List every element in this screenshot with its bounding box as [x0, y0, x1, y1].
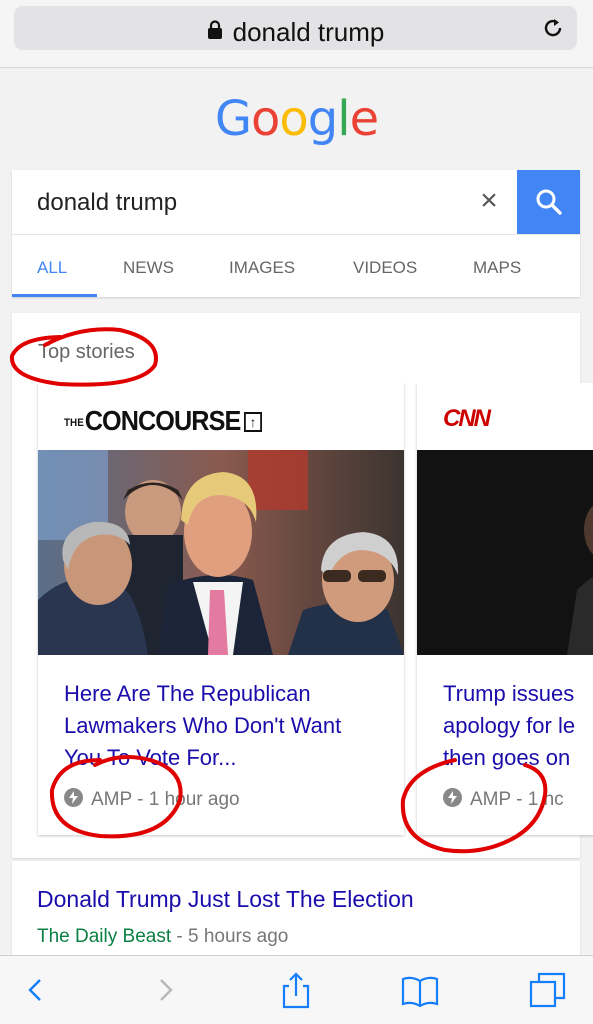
result-source: The Daily Beast [37, 926, 172, 947]
result-time: 5 hours ago [188, 926, 289, 947]
story-headline[interactable]: Here Are The Republican Lawmakers Who Do… [64, 678, 384, 774]
search-result[interactable]: Donald Trump Just Lost The Election The … [12, 861, 580, 961]
lock-icon [207, 16, 223, 39]
tab-videos[interactable]: VIDEOS [353, 258, 417, 278]
story-time: 1 hc [527, 789, 564, 810]
logo-letter: l [337, 91, 350, 147]
address-bar[interactable]: donald trump [14, 6, 577, 50]
logo-letter: G [214, 91, 252, 147]
story-meta: AMP - 1 hc [443, 788, 564, 811]
amp-bolt-icon [64, 788, 83, 807]
result-meta: The Daily Beast - 5 hours ago [37, 926, 289, 947]
up-arrow-icon: ↑ [244, 412, 263, 432]
reload-icon[interactable] [541, 16, 565, 40]
search-tabs: ALL NEWS IMAGES VIDEOS MAPS [12, 234, 580, 297]
address-text: donald trump [232, 17, 385, 47]
story-meta: AMP - 1 hour ago [64, 788, 240, 811]
tabs-icon[interactable] [528, 970, 568, 1010]
story-time: 1 hour ago [148, 789, 240, 810]
google-logo[interactable]: Google [0, 91, 593, 147]
result-title[interactable]: Donald Trump Just Lost The Election [37, 886, 414, 913]
top-stories-section: Top stories THECONCOURSE ↑ Here Are The … [12, 313, 593, 858]
search-input[interactable]: donald trump [37, 189, 177, 217]
tab-news[interactable]: NEWS [123, 258, 174, 278]
amp-label: AMP [91, 789, 132, 810]
address-text-wrap: donald trump [14, 16, 577, 48]
publisher-logo: THECONCOURSE ↑ [64, 405, 284, 441]
tab-images[interactable]: IMAGES [229, 258, 295, 278]
amp-label: AMP [470, 789, 511, 810]
story-headline[interactable]: Trump issues apology for le then goes on [443, 678, 593, 774]
active-tab-indicator [12, 294, 97, 297]
top-stories-heading: Top stories [38, 341, 135, 363]
story-card[interactable]: CNN Trump issues apology for le then goe… [417, 383, 593, 835]
browser-toolbar [0, 955, 593, 1024]
logo-letter: g [307, 91, 338, 147]
bookmarks-icon[interactable] [400, 970, 440, 1010]
logo-letter: e [349, 91, 380, 147]
logo-letter: o [251, 91, 280, 147]
tab-all[interactable]: ALL [37, 258, 67, 278]
search-button[interactable] [517, 170, 580, 234]
search-icon [536, 189, 562, 215]
share-icon[interactable] [276, 970, 316, 1010]
story-card[interactable]: THECONCOURSE ↑ Here Are The Republican L… [38, 383, 404, 835]
clear-icon[interactable]: × [474, 184, 504, 218]
story-image [38, 450, 404, 655]
stories-carousel[interactable]: THECONCOURSE ↑ Here Are The Republican L… [12, 383, 593, 838]
google-results-page: Google donald trump × ALL NEWS IMAGES VI… [0, 69, 593, 961]
amp-bolt-icon [443, 788, 462, 807]
publisher-logo: CNN [443, 405, 491, 432]
tab-maps[interactable]: MAPS [473, 258, 521, 278]
search-bar: donald trump × [12, 170, 580, 234]
back-icon[interactable] [16, 970, 56, 1010]
browser-top-bar: donald trump [0, 0, 593, 68]
story-image [417, 450, 593, 655]
logo-letter: o [279, 91, 308, 147]
forward-icon[interactable] [145, 970, 185, 1010]
